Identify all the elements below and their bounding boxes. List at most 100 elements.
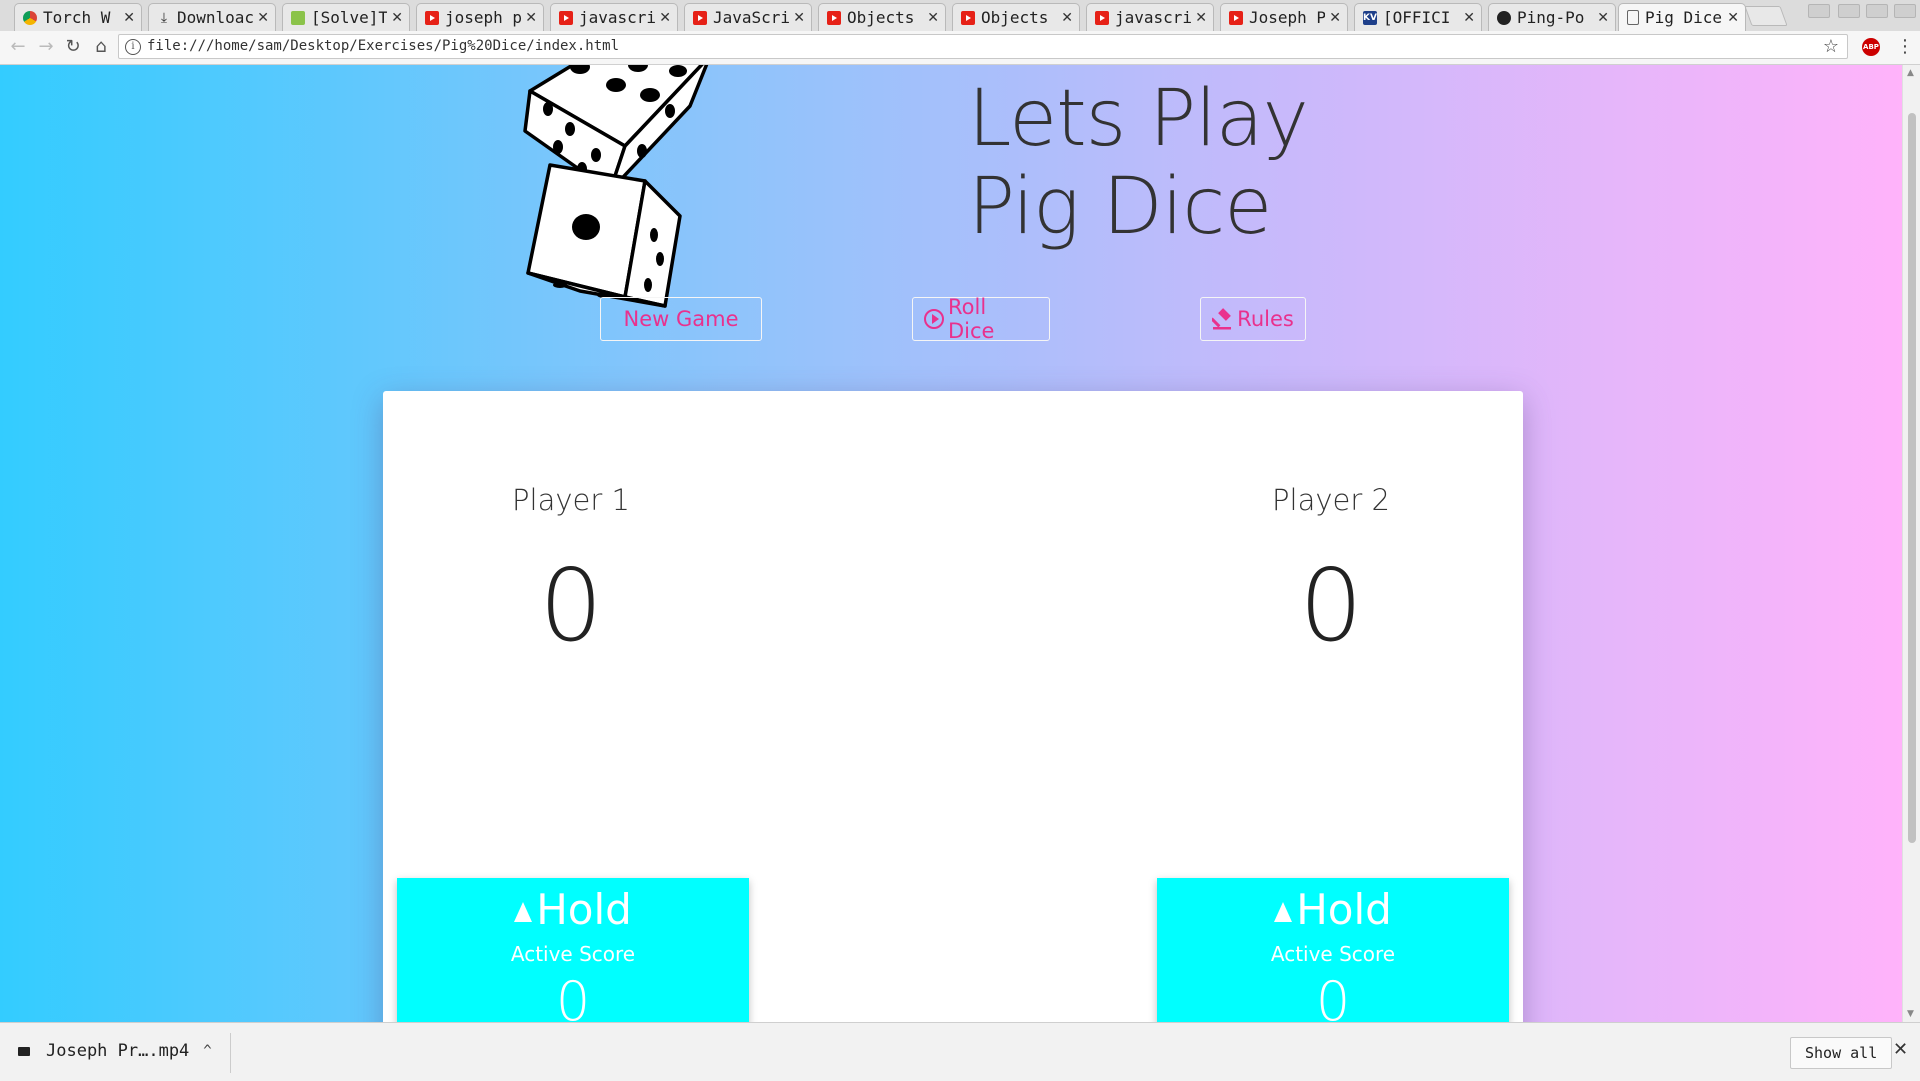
window-close-icon[interactable] <box>1894 4 1916 18</box>
roll-dice-button[interactable]: Roll Dice <box>912 295 1050 343</box>
home-icon[interactable]: ⌂ <box>91 37 111 57</box>
close-icon[interactable]: ✕ <box>525 10 537 26</box>
new-tab-button[interactable] <box>1744 6 1788 26</box>
close-icon[interactable]: ✕ <box>123 10 135 26</box>
youtube-icon <box>1229 10 1243 25</box>
title-line-2: Pig Dice <box>968 162 1272 252</box>
show-all-button[interactable]: Show all <box>1790 1037 1893 1069</box>
player-1-hold-panel[interactable]: Hold Active Score 0 <box>397 878 749 1022</box>
tab-title: Joseph P <box>1249 8 1326 27</box>
browser-tab[interactable]: Joseph P ✕ <box>1220 3 1348 31</box>
maximize-icon[interactable] <box>1866 4 1888 18</box>
solve-icon <box>291 10 305 25</box>
address-bar[interactable]: i file:///home/sam/Desktop/Exercises/Pig… <box>118 34 1848 59</box>
scroll-up-icon[interactable]: ▲ <box>1907 68 1914 78</box>
tab-title: [OFFICI <box>1383 8 1451 27</box>
tab-title: joseph p <box>445 8 522 27</box>
player-1-active-score: 0 <box>555 970 591 1022</box>
new-game-label: New Game <box>623 307 739 331</box>
close-icon[interactable]: ✕ <box>1329 10 1341 26</box>
close-icon[interactable]: ✕ <box>1727 10 1739 26</box>
rules-label: Rules <box>1237 307 1294 331</box>
minimize-icon[interactable] <box>1838 4 1860 18</box>
tab-title: Pig Dice <box>1645 8 1723 27</box>
browser-tab[interactable]: joseph p ✕ <box>416 3 544 31</box>
browser-tab[interactable]: Objects ✕ <box>818 3 946 31</box>
close-icon[interactable]: ✕ <box>927 10 939 26</box>
rules-button[interactable]: Rules <box>1200 297 1306 341</box>
url-text[interactable]: file:///home/sam/Desktop/Exercises/Pig%2… <box>147 38 619 54</box>
player-1-score: 0 <box>539 547 603 664</box>
youtube-icon <box>961 10 975 25</box>
player-2-name: Player 2 <box>1272 483 1390 517</box>
player-2-hold-button[interactable]: Hold <box>1157 884 1509 936</box>
adblock-icon[interactable]: ABP <box>1862 38 1880 56</box>
active-score-label: Active Score <box>1270 942 1396 966</box>
close-icon[interactable]: ✕ <box>793 10 805 26</box>
close-icon[interactable]: ✕ <box>1463 10 1475 26</box>
download-icon: ⤓ <box>160 9 168 26</box>
browser-tab[interactable]: ⤓ Downloac ✕ <box>148 3 276 31</box>
close-icon[interactable]: ✕ <box>391 10 403 26</box>
tab-title: Downloac <box>177 8 254 27</box>
user-icon[interactable] <box>1808 4 1830 18</box>
tab-title: Torch W <box>43 8 111 27</box>
tab-title: JavaScri <box>713 8 790 27</box>
new-game-button[interactable]: New Game <box>600 297 762 341</box>
bookmark-star-icon[interactable]: ☆ <box>1823 36 1839 57</box>
download-item[interactable]: Joseph Pr….mp4 ^ <box>18 1041 212 1061</box>
play-circle-icon <box>923 308 945 330</box>
browser-tab[interactable]: KV [OFFICI ✕ <box>1354 3 1482 31</box>
menu-icon[interactable]: ⋮ <box>1896 36 1914 57</box>
tab-title: Objects <box>981 8 1049 27</box>
tab-title: Objects <box>847 8 915 27</box>
close-icon[interactable]: ✕ <box>257 10 269 26</box>
page-title: Lets Play Pig Dice <box>968 74 1309 252</box>
browser-tab[interactable]: Torch W ✕ <box>14 3 142 31</box>
game-board: Player 1 0 Player 2 0 Hold Active Score … <box>383 391 1523 1022</box>
player-2-active-score: 0 <box>1315 970 1351 1022</box>
roll-dice-label: Roll Dice <box>948 295 995 343</box>
page-viewport: Lets Play Pig Dice New Game Roll Dice Ru… <box>0 65 1902 1022</box>
kv-icon: KV <box>1363 10 1377 25</box>
download-filename: Joseph Pr….mp4 <box>46 1041 190 1061</box>
youtube-icon <box>425 10 439 25</box>
reload-icon[interactable]: ↻ <box>63 37 83 57</box>
scroll-down-icon[interactable]: ▼ <box>1907 1009 1914 1019</box>
browser-tab[interactable]: javascrip ✕ <box>550 3 678 31</box>
hold-label: Hold <box>1296 885 1392 934</box>
tab-title: javascrip <box>1115 8 1192 27</box>
chrome-icon <box>23 10 37 25</box>
info-icon[interactable]: i <box>125 39 141 55</box>
player-2-hold-panel[interactable]: Hold Active Score 0 <box>1157 878 1509 1022</box>
title-line-1: Lets Play <box>968 74 1309 164</box>
chevron-up-icon[interactable]: ^ <box>203 1043 211 1059</box>
browser-tab[interactable]: javascrip ✕ <box>1086 3 1214 31</box>
browser-tab[interactable]: Objects ✕ <box>952 3 1080 31</box>
scrollbar-thumb[interactable] <box>1908 113 1916 843</box>
back-arrow-icon[interactable]: ← <box>8 37 28 57</box>
tab-strip: Torch W ✕ ⤓ Downloac ✕ [Solve]T ✕ joseph… <box>0 0 1920 32</box>
browser-tab[interactable]: [Solve]T ✕ <box>282 3 410 31</box>
document-icon <box>1627 10 1639 25</box>
player-1-hold-button[interactable]: Hold <box>397 884 749 936</box>
browser-tab-active[interactable]: Pig Dice ✕ <box>1618 3 1746 31</box>
close-icon[interactable]: ✕ <box>1061 10 1073 26</box>
page-scrollbar[interactable]: ▲ ▼ <box>1902 65 1920 1022</box>
active-score-label: Active Score <box>510 942 636 966</box>
gavel-icon <box>1212 308 1234 330</box>
video-file-icon <box>18 1046 30 1056</box>
divider <box>230 1033 231 1073</box>
youtube-icon <box>559 10 573 25</box>
youtube-icon <box>693 10 707 25</box>
browser-tab[interactable]: Ping-Po ✕ <box>1488 3 1616 31</box>
close-icon[interactable]: ✕ <box>1893 1039 1908 1060</box>
browser-tab[interactable]: JavaScri ✕ <box>684 3 812 31</box>
close-icon[interactable]: ✕ <box>1597 10 1609 26</box>
close-icon[interactable]: ✕ <box>659 10 671 26</box>
github-icon <box>1497 10 1511 25</box>
forward-arrow-icon[interactable]: → <box>36 37 56 57</box>
close-icon[interactable]: ✕ <box>1195 10 1207 26</box>
download-bar: Joseph Pr….mp4 ^ Show all ✕ <box>0 1022 1920 1081</box>
player-2-score: 0 <box>1299 547 1363 664</box>
